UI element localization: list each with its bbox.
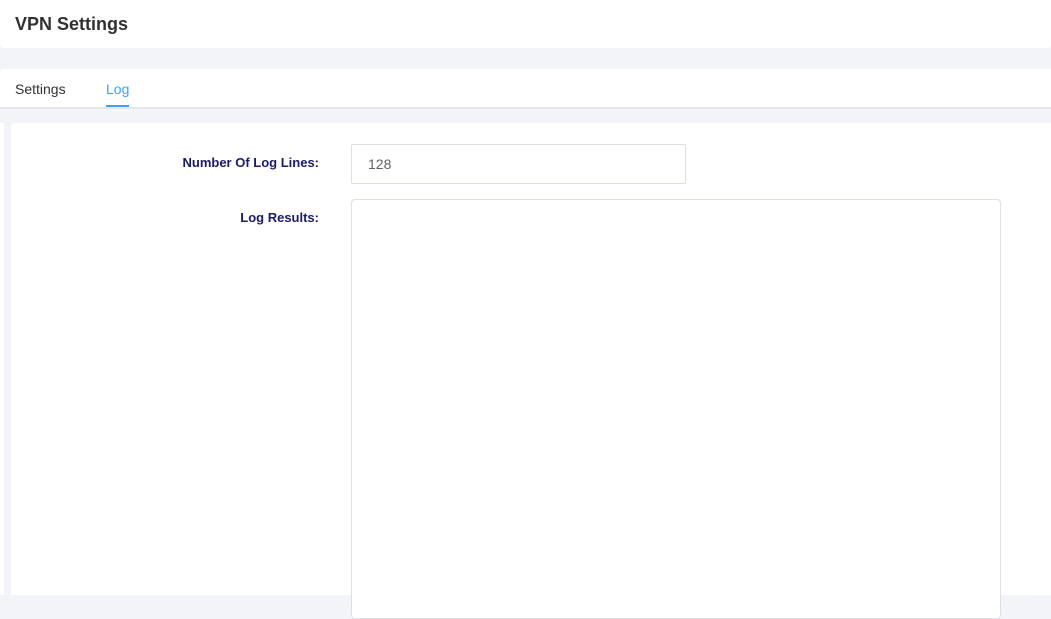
log-results-label: Log Results:: [240, 210, 319, 225]
log-lines-input[interactable]: [351, 144, 686, 184]
tab-settings[interactable]: Settings: [15, 80, 66, 98]
active-tab-indicator: [106, 105, 129, 107]
log-results-textarea[interactable]: [351, 199, 1001, 619]
tab-log[interactable]: Log: [106, 80, 129, 98]
log-lines-label: Number Of Log Lines:: [182, 155, 320, 170]
tab-bar: Settings Log: [0, 69, 1051, 109]
page-title: VPN Settings: [15, 14, 129, 34]
log-panel: Number Of Log Lines: Log Results:: [11, 123, 1051, 619]
page-header: VPN Settings: [0, 0, 1051, 48]
left-panel-edge: [0, 123, 4, 595]
